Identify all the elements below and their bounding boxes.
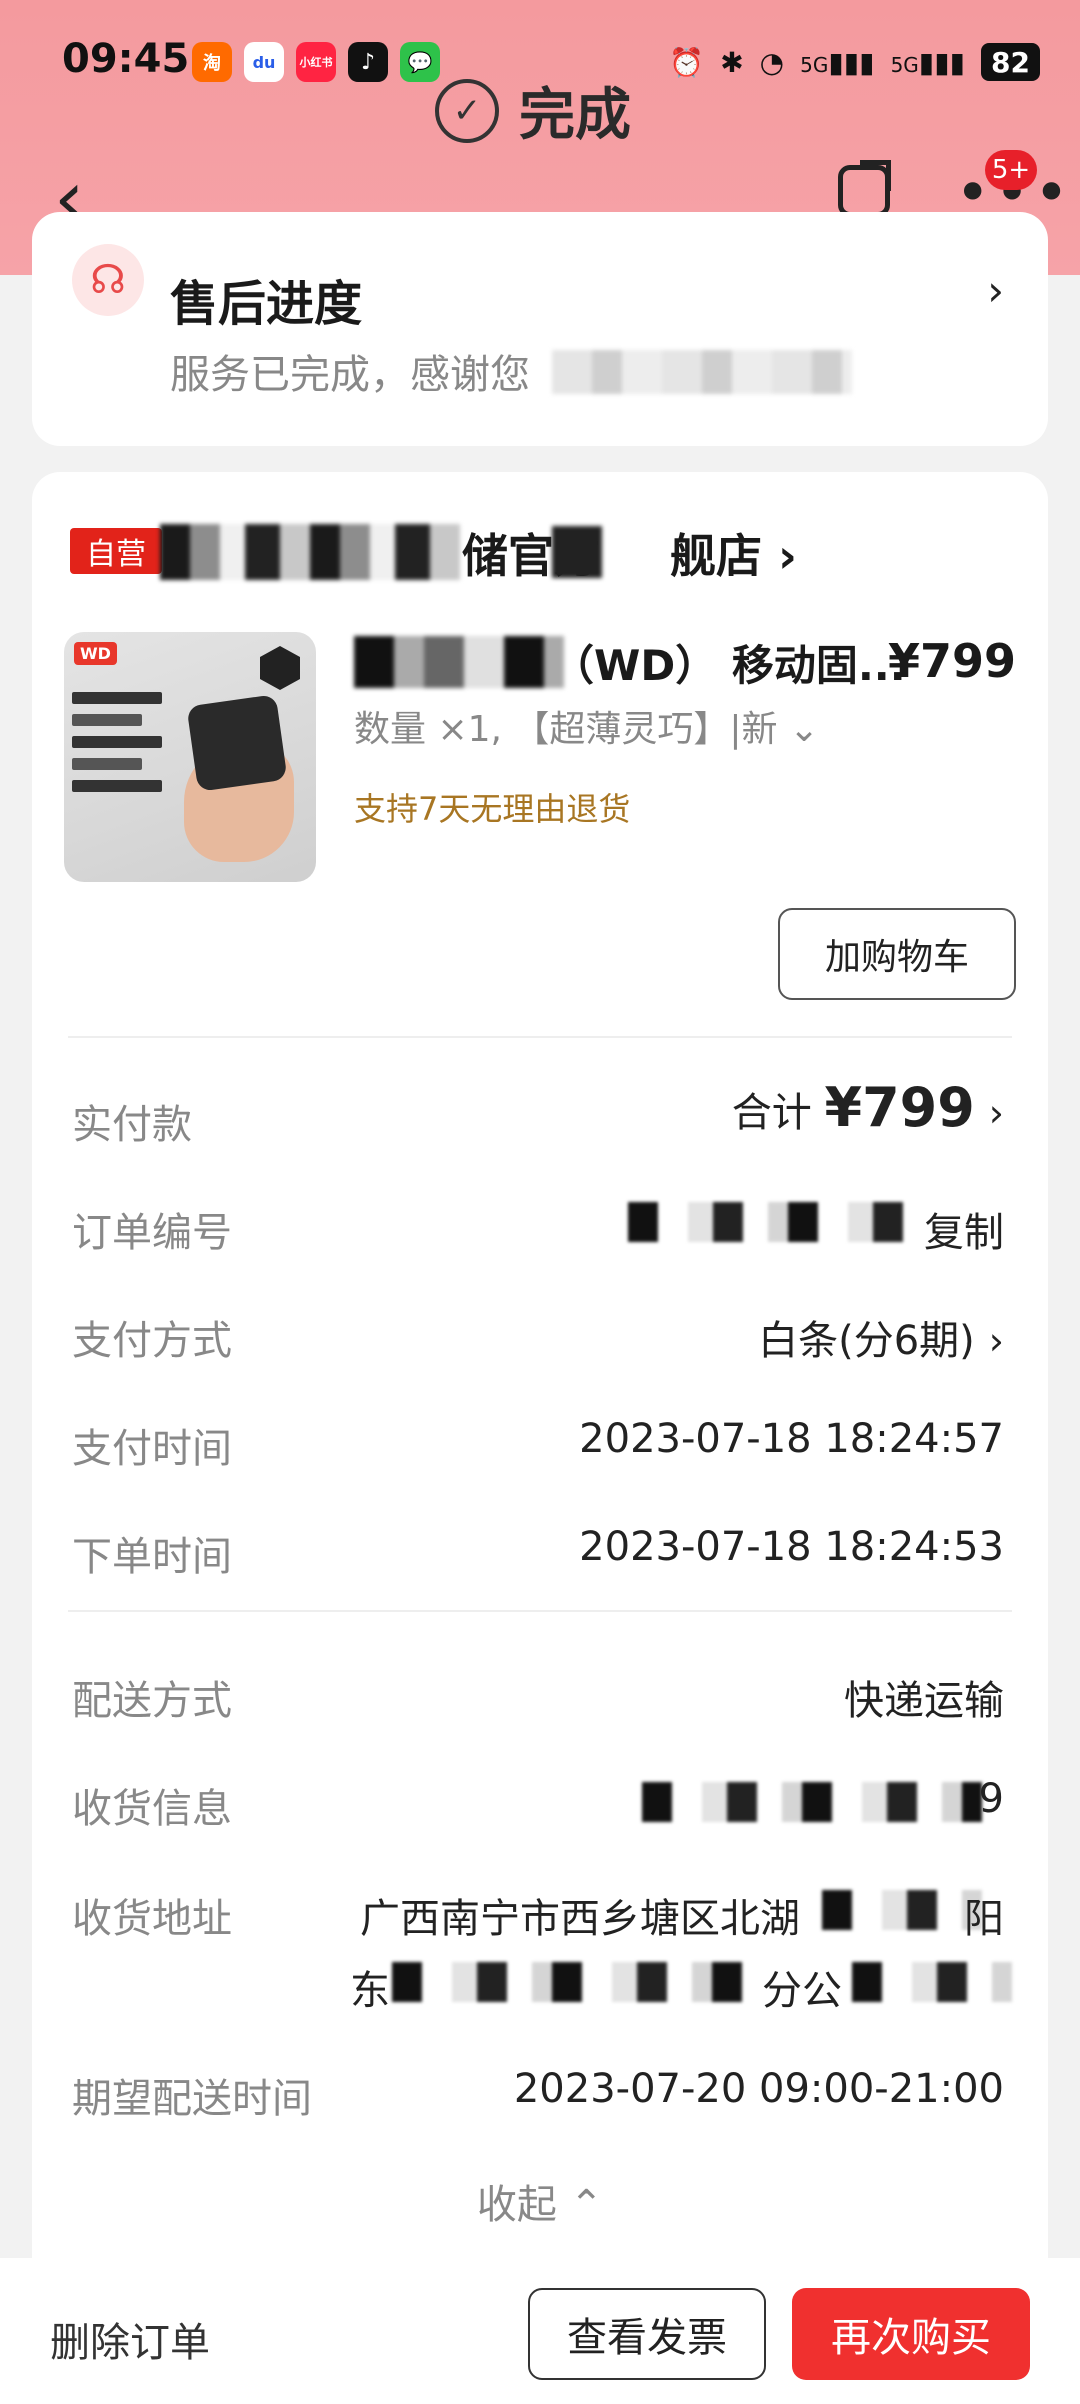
battery-indicator: 82 bbox=[981, 43, 1040, 81]
headset-icon: ☊ bbox=[72, 244, 144, 316]
chevron-right-icon: › bbox=[987, 266, 1004, 315]
baidu-icon: du bbox=[244, 42, 284, 82]
order-number-label: 订单编号 bbox=[72, 1210, 232, 1256]
return-policy: 支持7天无理由退货 bbox=[354, 790, 631, 828]
douyin-icon: ♪ bbox=[348, 42, 388, 82]
address-line-1-tail: 阳 bbox=[964, 1896, 1004, 1942]
alarm-icon: ⏰ bbox=[669, 45, 705, 79]
redacted-receiver bbox=[642, 1782, 982, 1822]
share-icon[interactable] bbox=[838, 160, 891, 217]
messages-icon: 💬 bbox=[400, 42, 440, 82]
divider bbox=[68, 1036, 1012, 1038]
after-sale-card[interactable]: ☊ 售后进度 › 服务已完成，感谢您 bbox=[32, 212, 1048, 446]
order-status-title: 完成 bbox=[519, 83, 631, 148]
order-card: 自营 储官方 舰店 › WD （WD） 移动固... ¥799 数量 ×1, 【超… bbox=[32, 472, 1048, 2292]
pay-method-label: 支付方式 bbox=[72, 1318, 232, 1364]
address-line-2-start: 东 bbox=[350, 1968, 390, 2014]
address-line-1: 广西南宁市西乡塘区北湖 bbox=[360, 1896, 800, 1942]
delete-order-button[interactable]: 删除订单 bbox=[50, 2310, 210, 2368]
redacted-address-1 bbox=[822, 1890, 982, 1930]
after-sale-subtitle: 服务已完成，感谢您 bbox=[170, 352, 530, 398]
pay-time-label: 支付时间 bbox=[72, 1426, 232, 1472]
view-invoice-button[interactable]: 查看发票 bbox=[528, 2288, 766, 2380]
redacted-text bbox=[552, 350, 852, 394]
taobao-icon: 淘 bbox=[192, 42, 232, 82]
badge-graphic bbox=[260, 646, 300, 690]
redacted-address-2 bbox=[392, 1962, 762, 2002]
paid-label: 实付款 bbox=[72, 1102, 192, 1148]
bluetooth-icon: ✱ bbox=[720, 45, 744, 79]
signal-icon-2: 5G▮▮▮ bbox=[890, 45, 966, 79]
delivery-value: 快递运输 bbox=[844, 1678, 1004, 1724]
receiver-tail: 9 bbox=[978, 1776, 1004, 1822]
redacted-store-name bbox=[160, 524, 460, 580]
pay-time-value: 2023-07-18 18:24:57 bbox=[579, 1416, 1004, 1462]
wd-logo: WD bbox=[74, 642, 117, 665]
redacted-address-3 bbox=[852, 1962, 1012, 2002]
expected-time-label: 期望配送时间 bbox=[72, 2076, 312, 2122]
order-time-label: 下单时间 bbox=[72, 1534, 232, 1580]
signal-icon-1: 5G▮▮▮ bbox=[800, 45, 875, 79]
redacted-store-name-2 bbox=[552, 526, 602, 578]
receiver-label: 收货信息 bbox=[72, 1786, 232, 1832]
status-time: 09:45 bbox=[62, 36, 190, 82]
message-badge: 5+ bbox=[985, 150, 1037, 190]
wifi-icon: ◔ bbox=[759, 45, 785, 79]
copy-button[interactable]: 复制 bbox=[924, 1200, 1004, 1258]
check-circle-icon: ✓ bbox=[435, 78, 499, 143]
address-label: 收货地址 bbox=[72, 1896, 232, 1942]
after-sale-title: 售后进度 bbox=[170, 276, 363, 332]
product-price: ¥799 bbox=[887, 634, 1016, 688]
product-title[interactable]: （WD） 移动固... bbox=[552, 632, 906, 693]
buy-again-button[interactable]: 再次购买 bbox=[792, 2288, 1030, 2380]
redacted-order-number bbox=[628, 1202, 918, 1242]
add-to-cart-button[interactable]: 加购物车 bbox=[778, 908, 1016, 1000]
xiaohongshu-icon: 小红书 bbox=[296, 42, 336, 82]
divider bbox=[68, 1610, 1012, 1612]
paid-amount-row[interactable]: 合计 ¥799 › bbox=[732, 1076, 1004, 1139]
order-time-value: 2023-07-18 18:24:53 bbox=[579, 1524, 1004, 1570]
collapse-button[interactable]: 收起 ⌃ bbox=[32, 2172, 1048, 2230]
redacted-product-title bbox=[354, 636, 564, 688]
drive-graphic bbox=[186, 694, 288, 792]
status-icons: ⏰ ✱ ◔ 5G▮▮▮ 5G▮▮▮ 82 bbox=[669, 40, 1040, 84]
product-image[interactable]: WD bbox=[64, 632, 316, 882]
pay-method-value[interactable]: 白条(分6期) › bbox=[758, 1308, 1004, 1366]
bottom-action-bar: 删除订单 查看发票 再次购买 bbox=[0, 2258, 1080, 2404]
self-operated-tag: 自营 bbox=[70, 528, 162, 574]
delivery-label: 配送方式 bbox=[72, 1678, 232, 1724]
order-status: ✓ 完成 bbox=[435, 70, 631, 151]
expected-time-value: 2023-07-20 09:00-21:00 bbox=[513, 2066, 1004, 2112]
product-feature-list bbox=[72, 692, 162, 802]
store-name[interactable]: 储官方 舰店 › bbox=[462, 520, 797, 586]
product-spec[interactable]: 数量 ×1, 【超薄灵巧】|新 ⌄ bbox=[354, 700, 819, 752]
address-line-2-mid: 分公 bbox=[762, 1968, 842, 2014]
